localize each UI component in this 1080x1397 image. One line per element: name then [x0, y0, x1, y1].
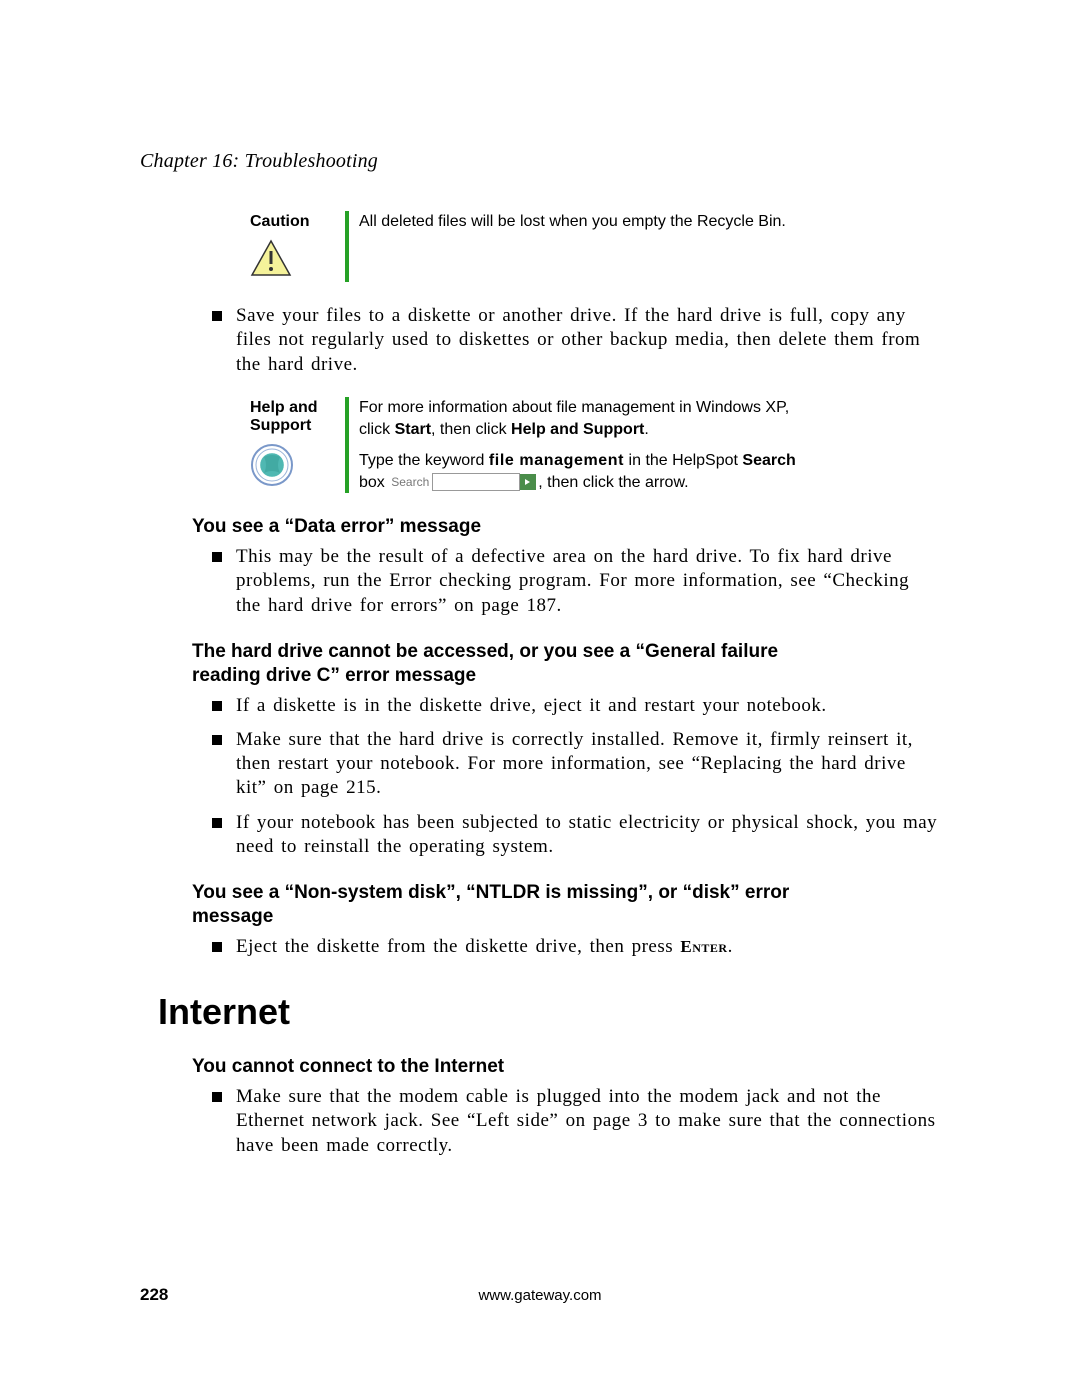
bullet-text: Make sure that the hard drive is correct…: [236, 728, 940, 801]
ntldr-a: Eject the diskette from the diskette dri…: [236, 936, 680, 957]
subhead-data-error: You see a “Data error” message: [192, 515, 940, 539]
help-keyword: file management: [489, 452, 624, 469]
ntldr-c: .: [728, 936, 733, 957]
search-box-demo: Search: [391, 473, 536, 491]
bullet-icon: [212, 552, 222, 562]
footer-url: www.gateway.com: [140, 1287, 940, 1304]
bullet-data-error: This may be the result of a defective ar…: [212, 545, 940, 618]
bullet-ntldr: Eject the diskette from the diskette dri…: [212, 935, 940, 959]
page-footer: 228 www.gateway.com: [140, 1285, 940, 1305]
help-text: For more information about file manageme…: [359, 397, 854, 493]
bullet-text: This may be the result of a defective ar…: [236, 545, 940, 618]
enter-key: Enter: [680, 937, 727, 956]
help-label-col: Help and Support: [250, 397, 345, 493]
section-internet: Internet: [158, 991, 940, 1033]
bullet-icon: [212, 818, 222, 828]
caution-label: Caution: [250, 213, 345, 231]
bullet-eject-diskette: If a diskette is in the diskette drive, …: [212, 694, 940, 718]
help-callout: Help and Support For more information ab…: [250, 397, 940, 493]
help-hns: Help and Support: [511, 421, 644, 438]
bullet-text: Save your files to a diskette or another…: [236, 304, 940, 377]
help-line2d: box: [359, 474, 389, 491]
caution-label-col: Caution: [250, 211, 345, 282]
help-search-word: Search: [742, 452, 795, 469]
search-demo-label: Search: [391, 474, 429, 490]
subhead-general-failure: The hard drive cannot be accessed, or yo…: [192, 640, 832, 688]
callout-divider: [345, 211, 349, 282]
help-line2e: , then click the arrow.: [538, 474, 688, 491]
bullet-text: If your notebook has been subjected to s…: [236, 811, 940, 860]
bullet-icon: [212, 1092, 222, 1102]
caution-text: All deleted files will be lost when you …: [359, 211, 826, 282]
subhead-ntldr: You see a “Non-system disk”, “NTLDR is m…: [192, 881, 832, 929]
bullet-icon: [212, 735, 222, 745]
chapter-header: Chapter 16: Troubleshooting: [140, 150, 940, 173]
bullet-reinstall-hd: Make sure that the hard drive is correct…: [212, 728, 940, 801]
help-line2a: Type the keyword: [359, 452, 489, 469]
callout-divider: [345, 397, 349, 493]
search-demo-input: [432, 473, 520, 491]
bullet-modem-cable: Make sure that the modem cable is plugge…: [212, 1085, 940, 1158]
help-line1e: .: [644, 421, 648, 438]
document-page: Chapter 16: Troubleshooting Caution All …: [0, 0, 1080, 1397]
bullet-icon: [212, 701, 222, 711]
help-line1c: , then click: [431, 421, 511, 438]
bullet-static: If your notebook has been subjected to s…: [212, 811, 940, 860]
help-line2b: in the HelpSpot: [624, 452, 742, 469]
subhead-cannot-connect: You cannot connect to the Internet: [192, 1055, 940, 1079]
bullet-icon: [212, 311, 222, 321]
bullet-text: Eject the diskette from the diskette dri…: [236, 935, 733, 959]
bullet-save-files: Save your files to a diskette or another…: [212, 304, 940, 377]
caution-icon: [250, 239, 345, 282]
caution-callout: Caution All deleted files will be lost w…: [250, 211, 940, 282]
bullet-icon: [212, 942, 222, 952]
help-label-line1: Help and: [250, 399, 345, 417]
search-demo-arrow-icon: [520, 474, 536, 490]
bullet-text: Make sure that the modem cable is plugge…: [236, 1085, 940, 1158]
help-icon: [250, 443, 345, 492]
help-label-line2: Support: [250, 417, 345, 435]
bullet-text: If a diskette is in the diskette drive, …: [236, 694, 827, 718]
help-start: Start: [395, 421, 431, 438]
